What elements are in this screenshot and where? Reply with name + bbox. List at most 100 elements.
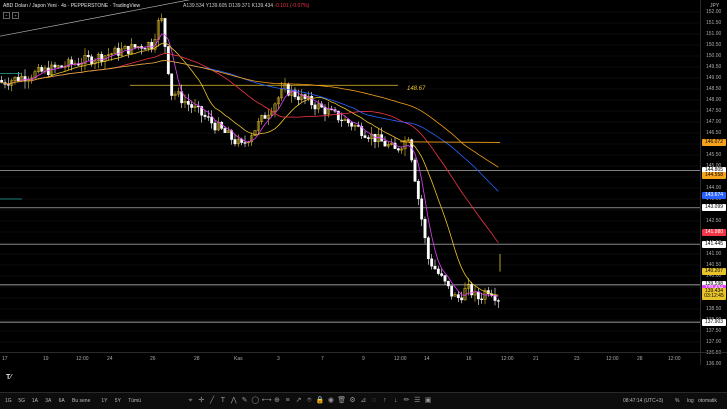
time-tick: 16 xyxy=(466,356,472,362)
candle-body xyxy=(310,95,314,106)
settings-icon[interactable]: ⚙ xyxy=(348,396,357,405)
collapse-icon[interactable]: ^ xyxy=(3,12,10,19)
price-tick: 150.00 xyxy=(706,53,722,59)
range-button[interactable]: 5Y xyxy=(115,398,121,404)
range-button[interactable]: Tümü xyxy=(128,398,141,404)
measure-icon[interactable]: ⟷ xyxy=(262,396,272,405)
candle-body xyxy=(163,18,167,47)
candle-body xyxy=(416,181,420,200)
candle-body xyxy=(440,273,444,276)
price-badge: 143.099 xyxy=(702,204,726,212)
candle-body xyxy=(100,54,104,62)
rise-icon[interactable]: ↑ xyxy=(380,396,389,405)
fib-icon[interactable]: ≡ xyxy=(283,396,292,405)
price-tick: 148.50 xyxy=(706,86,722,92)
candle-body xyxy=(223,128,227,133)
time-tick: 23 xyxy=(574,356,580,362)
candle-body xyxy=(366,137,370,139)
hide-icon[interactable]: ◌ xyxy=(370,396,379,405)
price-badge: 141.445 xyxy=(702,240,726,248)
time-tick: 3 xyxy=(277,356,280,362)
time-tick: 12:00 xyxy=(76,356,89,362)
range-button[interactable]: 1A xyxy=(32,398,38,404)
image-icon[interactable]: ▣ xyxy=(424,396,433,405)
candle-body xyxy=(420,198,424,220)
candle-body xyxy=(190,104,194,108)
time-tick: 12:00 xyxy=(394,356,407,362)
pattern-icon[interactable]: ⋀ xyxy=(229,396,238,405)
time-tick: 9 xyxy=(362,356,365,362)
price-badge: 144.558 xyxy=(702,172,726,180)
time-tick: 21 xyxy=(533,356,539,362)
price-tick: 147.50 xyxy=(706,108,722,114)
close-value: K139.434 xyxy=(251,3,274,9)
low-value: D139.371 xyxy=(228,3,251,9)
pin-icon[interactable]: ⊿ xyxy=(359,396,368,405)
price-chart[interactable] xyxy=(0,0,700,352)
crosshair-icon[interactable]: ✛ xyxy=(197,396,206,405)
price-badge: 143.674 xyxy=(702,191,726,199)
zoom-icon[interactable]: ⊕ xyxy=(272,396,281,405)
price-tick: 151.50 xyxy=(706,20,722,26)
indicator-controls: ^ + xyxy=(3,12,19,19)
candle-body xyxy=(150,42,154,50)
add-indicator-icon[interactable]: + xyxy=(12,12,19,19)
candle-body xyxy=(413,159,417,182)
open-value: A139.534 xyxy=(183,3,205,9)
price-tick: 137.00 xyxy=(706,339,722,345)
trash-icon[interactable]: 🗑 xyxy=(337,396,346,405)
candle-body xyxy=(263,115,267,119)
candle-body xyxy=(233,139,237,145)
bottom-toolbar: 1G 5G 1A 3A 6A Bu sene 1Y 5Y Tümü ⌖ ✛ ╱ T ⋀ ✎ ◯ ⟷ ⊕ ≡ ↗ ⌾ 🔒 ◉… xyxy=(0,392,727,409)
candle-body xyxy=(456,294,460,299)
price-tick: 148.00 xyxy=(706,97,722,103)
shape-icon[interactable]: ◯ xyxy=(251,396,260,405)
price-tick: 142.50 xyxy=(706,218,722,224)
candle-body xyxy=(90,56,94,65)
chart-header: ABD Doları / Japon Yeni · 4s · PEPPERSTO… xyxy=(3,3,309,9)
price-tick: 137.50 xyxy=(706,328,722,334)
text-icon[interactable]: T xyxy=(218,396,227,405)
ma-purple-line xyxy=(1,33,499,297)
candle-body xyxy=(460,297,464,301)
candle-body xyxy=(496,300,500,302)
range-button[interactable]: 6A xyxy=(59,398,65,404)
log-toggle[interactable]: log xyxy=(687,398,694,404)
clock-display[interactable]: 08:47:14 (UTC+3) xyxy=(623,398,663,404)
brush-icon[interactable]: ✎ xyxy=(240,396,249,405)
lock-icon[interactable]: 🔒 xyxy=(316,396,325,405)
candle-body xyxy=(186,101,190,105)
percent-toggle[interactable]: % xyxy=(675,398,679,404)
candle-body xyxy=(170,73,174,96)
time-tick: 12:00 xyxy=(668,356,681,362)
candle-body xyxy=(53,64,57,68)
time-axis[interactable]: 17 19 12:00 24 26 28 Kas 3 7 9 12:00 14 16 12:00 21 23 1… xyxy=(0,352,700,365)
price-axis[interactable]: 152.00 151.50 151.00 150.50 150.00 149.50 149.… xyxy=(700,0,727,367)
arrow-icon[interactable]: ↗ xyxy=(294,396,303,405)
candle-body xyxy=(23,76,27,82)
range-button[interactable]: 5G xyxy=(18,398,25,404)
time-tick: 7 xyxy=(321,356,324,362)
price-badge: 03:12:45 xyxy=(702,293,726,301)
range-button[interactable]: 1G xyxy=(5,398,12,404)
eye-icon[interactable]: ◉ xyxy=(326,396,335,405)
range-button[interactable]: 3A xyxy=(45,398,51,404)
line-icon[interactable]: ╱ xyxy=(208,396,217,405)
time-tick: 19 xyxy=(43,356,49,362)
auto-toggle[interactable]: otomatik xyxy=(698,398,717,404)
candle-body xyxy=(60,65,64,68)
range-button[interactable]: 1Y xyxy=(101,398,107,404)
cursor-icon[interactable]: ⌖ xyxy=(186,396,195,405)
candle-body xyxy=(16,76,20,82)
candle-body xyxy=(480,298,484,300)
time-tick: 12:00 xyxy=(606,356,619,362)
drawing-icon[interactable]: ✏ xyxy=(402,396,411,405)
list-icon[interactable]: ☰ xyxy=(413,396,422,405)
fall-icon[interactable]: ↓ xyxy=(391,396,400,405)
tradingview-logo[interactable]: T⁄ xyxy=(6,374,16,382)
symbol-title[interactable]: ABD Doları / Japon Yeni · 4s · PEPPERSTO… xyxy=(3,3,140,9)
price-tick: 146.50 xyxy=(706,130,722,136)
magnet-icon[interactable]: ⌾ xyxy=(305,396,314,405)
range-button[interactable]: Bu sene xyxy=(72,398,90,404)
axis-corner[interactable] xyxy=(700,352,727,365)
